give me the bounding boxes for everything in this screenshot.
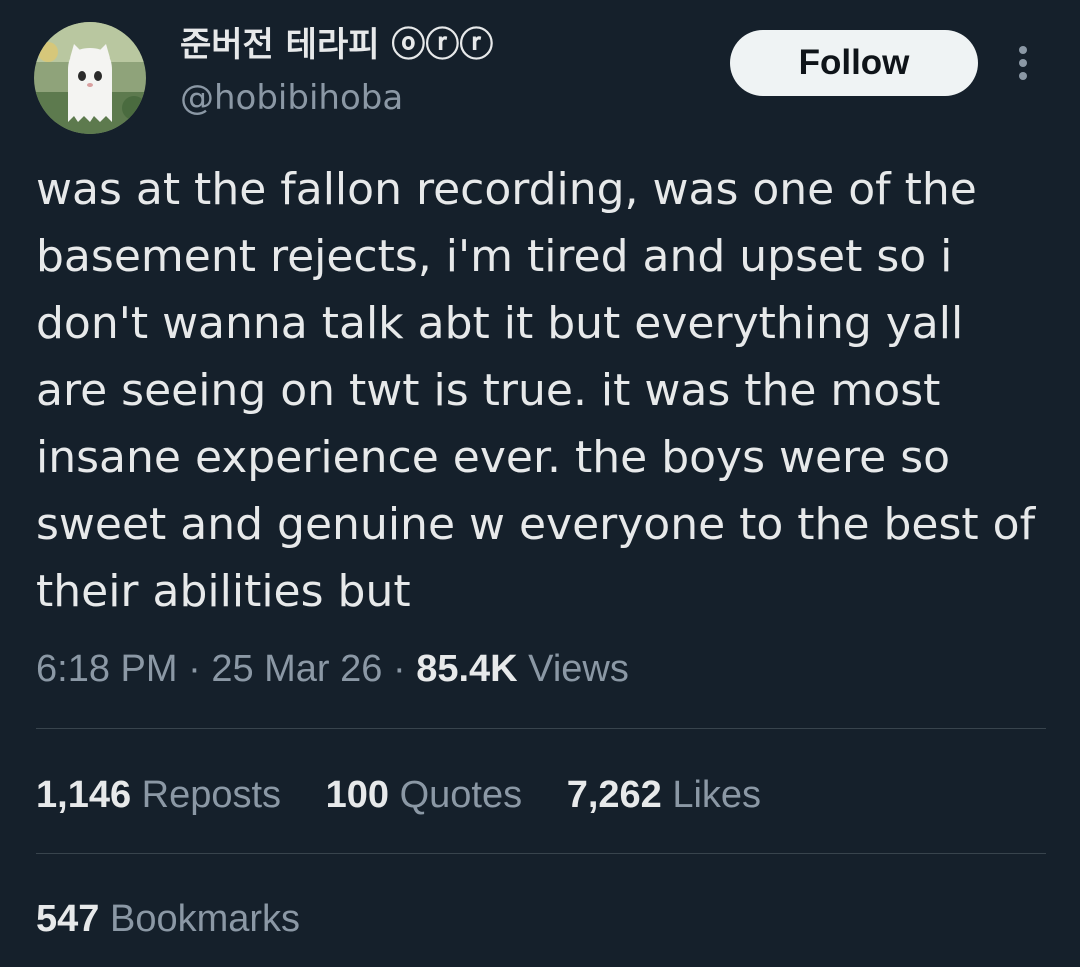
more-vertical-icon[interactable] [1008, 42, 1038, 84]
tweet-text: was at the fallon recording, was one of … [36, 164, 1036, 617]
bookmarks-stat[interactable]: 547 Bookmarks [36, 894, 300, 944]
divider [36, 853, 1046, 854]
more-dot [1019, 46, 1027, 54]
views-label: Views [528, 648, 629, 690]
follow-button[interactable]: Follow [730, 30, 978, 96]
quotes-stat[interactable]: 100 Quotes [326, 770, 523, 820]
likes-stat[interactable]: 7,262 Likes [567, 770, 761, 820]
more-dot [1019, 59, 1027, 67]
avatar[interactable] [34, 22, 146, 134]
views-count: 85.4K [416, 648, 518, 690]
reposts-count: 1,146 [36, 774, 132, 816]
ghost-plush-avatar-icon [34, 22, 146, 134]
likes-count: 7,262 [566, 774, 662, 816]
more-dot [1019, 72, 1027, 80]
meta-separator: · [188, 648, 201, 690]
likes-label: Likes [672, 774, 762, 816]
divider [36, 728, 1046, 729]
author-display-name[interactable]: 준버전 테라피 ⓞⓡⓡ [180, 22, 493, 68]
reposts-label: Reposts [141, 774, 282, 816]
author-handle[interactable]: @hobibihoba [180, 76, 403, 120]
tweet-meta: 6:18 PM · 25 Mar 26 · 85.4K Views [36, 644, 629, 694]
tweet-time[interactable]: 6:18 PM [36, 648, 178, 690]
meta-separator: · [392, 648, 406, 690]
tweet-date[interactable]: 25 Mar 26 [211, 648, 382, 690]
quotes-count: 100 [325, 774, 390, 816]
quotes-label: Quotes [399, 774, 523, 816]
bookmarks-count: 547 [36, 898, 100, 940]
engagement-stats: 1,146 Reposts 100 Quotes 7,262 Likes [36, 770, 795, 820]
reposts-stat[interactable]: 1,146 Reposts [36, 770, 281, 820]
bookmarks-label: Bookmarks [109, 898, 301, 940]
